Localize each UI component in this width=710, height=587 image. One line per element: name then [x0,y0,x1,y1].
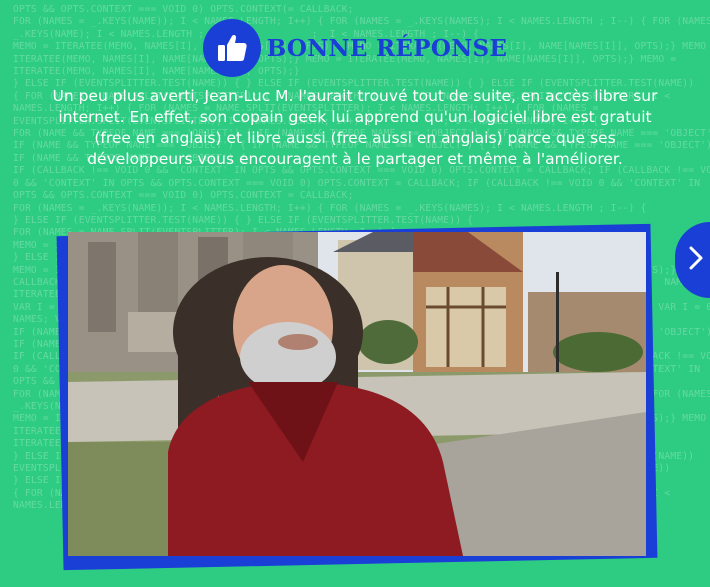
answer-explanation: Un peu plus averti, Jean-Luc M. l'aurait… [52,87,658,168]
code-line: FOR (NAMES = _.KEYS(NAME)); I < NAMES.LE… [13,202,647,214]
code-line: OPTS && OPTS.CONTEXT === VOID 0) OPTS.CO… [13,190,354,202]
chevron-right-icon [686,245,706,275]
result-header: BONNE RÉPONSE [0,12,710,84]
result-title: BONNE RÉPONSE [266,34,508,62]
thumbs-up-icon [202,19,261,77]
code-line: 0 && 'CONTEXT' IN OPTS && OPTS.CONTEXT =… [13,177,701,189]
interview-photo [68,232,646,556]
